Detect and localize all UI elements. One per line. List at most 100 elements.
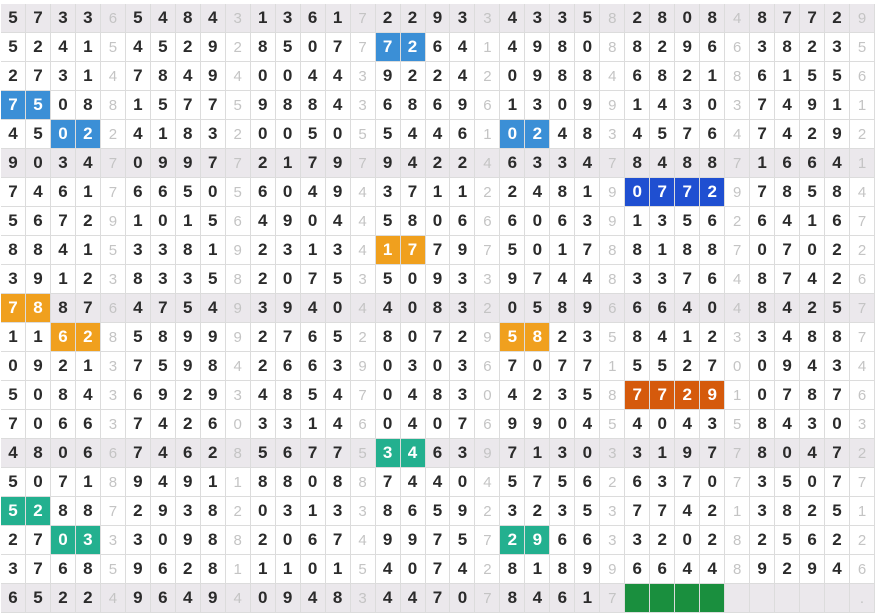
grid-cell: 3	[275, 4, 301, 33]
grid-cell: 8	[250, 33, 276, 62]
highlighted-cell[interactable]: 5	[1, 497, 26, 526]
grid-cell: 8	[50, 294, 76, 323]
highlighted-cell[interactable]	[650, 584, 676, 613]
grid-separator-digit: 8	[725, 526, 751, 555]
highlighted-cell[interactable]	[675, 584, 701, 613]
highlighted-cell[interactable]: 5	[25, 91, 51, 120]
highlighted-cell[interactable]: 2	[400, 33, 426, 62]
grid-separator-digit: 3	[350, 584, 376, 613]
grid-separator-digit: 5	[100, 33, 126, 62]
grid-cell: 0	[375, 381, 401, 410]
grid-cell: 3	[750, 497, 776, 526]
grid-separator-digit: 3	[350, 497, 376, 526]
grid-separator-digit: 3	[600, 497, 626, 526]
grid-cell: 3	[250, 410, 276, 439]
grid-separator-digit: 7	[350, 33, 376, 62]
grid-cell: 7	[25, 4, 51, 33]
grid-cell: 5	[375, 265, 401, 294]
grid-cell: 4	[550, 265, 576, 294]
grid-cell: 5	[1, 4, 26, 33]
grid-cell: 5	[150, 33, 176, 62]
highlighted-cell[interactable]: 7	[650, 381, 676, 410]
grid-cell: 4	[150, 439, 176, 468]
highlighted-cell[interactable]: 7	[375, 33, 401, 62]
grid-cell: 2	[650, 33, 676, 62]
highlighted-cell[interactable]: 9	[700, 381, 726, 410]
highlighted-cell[interactable]: 2	[75, 323, 101, 352]
grid-cell: 7	[300, 439, 326, 468]
grid-cell: 4	[675, 294, 701, 323]
grid-cell: 5	[450, 526, 476, 555]
highlighted-cell[interactable]: 2	[675, 381, 701, 410]
grid-cell: 1	[25, 323, 51, 352]
grid-cell: 6	[300, 352, 326, 381]
grid-cell: 1	[500, 91, 526, 120]
grid-separator-digit: 6	[475, 352, 501, 381]
highlighted-cell[interactable]: 0	[50, 120, 76, 149]
highlighted-cell[interactable]: 5	[500, 323, 526, 352]
grid-cell: 2	[675, 352, 701, 381]
grid-separator-digit: 4	[600, 62, 626, 91]
grid-cell: 0	[400, 555, 426, 584]
highlighted-cell[interactable]: 7	[650, 178, 676, 207]
highlighted-cell[interactable]	[625, 584, 651, 613]
highlighted-cell[interactable]: 2	[700, 178, 726, 207]
highlighted-cell[interactable]	[700, 584, 726, 613]
grid-cell: 0	[25, 410, 51, 439]
grid-cell: 5	[375, 207, 401, 236]
grid-cell: 2	[250, 352, 276, 381]
highlighted-cell[interactable]: 7	[400, 236, 426, 265]
grid-cell: 4	[500, 381, 526, 410]
highlighted-cell[interactable]: 2	[25, 497, 51, 526]
highlighted-cell[interactable]: 2	[500, 526, 526, 555]
grid-cell: 2	[125, 497, 151, 526]
grid-separator-digit: 9	[600, 91, 626, 120]
highlighted-cell[interactable]: 0	[50, 526, 76, 555]
highlighted-cell[interactable]: 6	[50, 323, 76, 352]
highlighted-cell[interactable]: 8	[25, 294, 51, 323]
grid-separator-digit: 4	[100, 62, 126, 91]
grid-cell: 7	[1, 178, 26, 207]
grid-cell: 1	[525, 439, 551, 468]
highlighted-cell[interactable]: 7	[1, 91, 26, 120]
highlighted-cell[interactable]: 2	[75, 120, 101, 149]
highlighted-cell[interactable]: 7	[675, 178, 701, 207]
grid-cell: 4	[125, 33, 151, 62]
grid-cell: 8	[425, 294, 451, 323]
grid-cell: 6	[275, 439, 301, 468]
grid-cell: 7	[450, 410, 476, 439]
grid-cell: 4	[525, 584, 551, 613]
highlighted-cell[interactable]: 3	[375, 439, 401, 468]
grid-separator-digit: 9	[475, 323, 501, 352]
highlighted-cell[interactable]: 9	[525, 526, 551, 555]
highlighted-cell[interactable]: 2	[525, 120, 551, 149]
grid-separator-digit: 7	[350, 149, 376, 178]
grid-separator-digit: 7	[850, 207, 875, 236]
highlighted-cell[interactable]: 7	[625, 381, 651, 410]
grid-cell: 5	[1, 207, 26, 236]
grid-cell: 2	[650, 526, 676, 555]
highlighted-cell[interactable]: 4	[400, 439, 426, 468]
grid-cell: 5	[200, 207, 226, 236]
highlighted-cell[interactable]: 0	[500, 120, 526, 149]
grid-cell: 7	[325, 526, 351, 555]
highlighted-cell[interactable]: 1	[375, 236, 401, 265]
highlighted-cell[interactable]: 8	[525, 323, 551, 352]
highlighted-cell[interactable]: 7	[1, 294, 26, 323]
grid-cell-empty: .	[850, 584, 875, 613]
grid-cell: 5	[800, 62, 826, 91]
highlighted-cell[interactable]: 0	[625, 178, 651, 207]
grid-cell: 6	[775, 149, 801, 178]
grid-cell: 5	[775, 468, 801, 497]
grid-cell: 3	[50, 4, 76, 33]
grid-separator-digit: 9	[600, 555, 626, 584]
grid-cell: 7	[375, 468, 401, 497]
highlighted-cell[interactable]: 3	[75, 526, 101, 555]
grid-separator-digit: 5	[725, 410, 751, 439]
grid-cell: 1	[300, 236, 326, 265]
grid-cell: 8	[200, 352, 226, 381]
grid-cell: 2	[425, 62, 451, 91]
grid-cell: 8	[775, 178, 801, 207]
grid-cell: 9	[25, 352, 51, 381]
grid-cell: 3	[550, 497, 576, 526]
